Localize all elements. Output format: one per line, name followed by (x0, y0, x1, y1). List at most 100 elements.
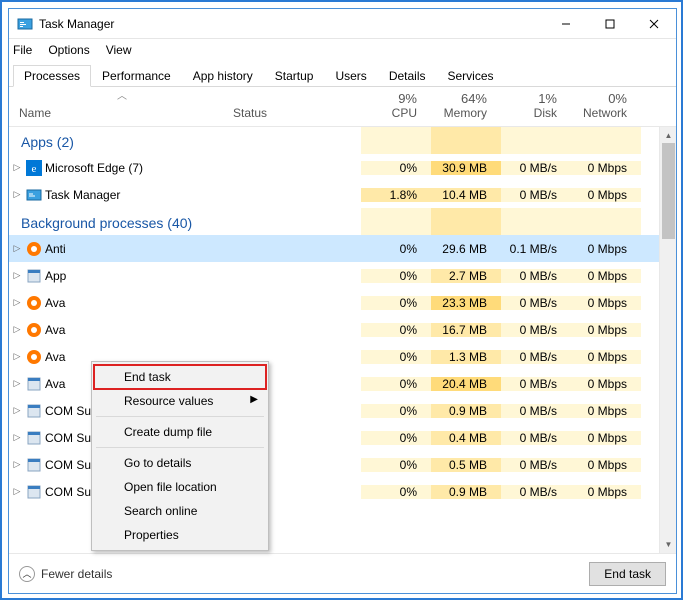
process-row[interactable]: ▷ Task Manager 1.8% 10.4 MB 0 MB/s 0 Mbp… (9, 181, 659, 208)
menu-view[interactable]: View (106, 43, 132, 57)
section-background: Background processes (40) (9, 208, 659, 235)
tab-performance[interactable]: Performance (91, 65, 182, 87)
process-icon (25, 268, 43, 284)
network-cell: 0 Mbps (571, 404, 641, 418)
column-header-disk[interactable]: 1%Disk (501, 91, 571, 120)
disk-cell: 0 MB/s (501, 404, 571, 418)
tab-app-history[interactable]: App history (182, 65, 264, 87)
process-icon (25, 484, 43, 500)
minimize-button[interactable] (544, 9, 588, 39)
cpu-cell: 0% (361, 242, 431, 256)
memory-cell: 10.4 MB (431, 188, 501, 202)
expand-icon[interactable]: ▷ (9, 405, 25, 416)
cpu-cell: 0% (361, 269, 431, 283)
scroll-thumb[interactable] (662, 143, 675, 239)
tab-services[interactable]: Services (437, 65, 505, 87)
tabs: Processes Performance App history Startu… (9, 63, 676, 87)
close-button[interactable] (632, 9, 676, 39)
ctx-go-details[interactable]: Go to details (94, 451, 266, 475)
scroll-up-icon[interactable]: ▲ (660, 127, 676, 144)
fewer-details-button[interactable]: ︿ Fewer details (19, 566, 112, 582)
expand-icon[interactable]: ▷ (9, 351, 25, 362)
expand-icon[interactable]: ▷ (9, 297, 25, 308)
tab-users[interactable]: Users (324, 65, 377, 87)
memory-cell: 29.6 MB (431, 242, 501, 256)
tab-startup[interactable]: Startup (264, 65, 325, 87)
expand-icon[interactable]: ▷ (9, 324, 25, 335)
process-name: Ava (43, 323, 231, 337)
ctx-separator (96, 447, 264, 448)
disk-cell: 0 MB/s (501, 350, 571, 364)
cpu-cell: 0% (361, 377, 431, 391)
disk-cell: 0 MB/s (501, 458, 571, 472)
disk-cell: 0 MB/s (501, 296, 571, 310)
tab-processes[interactable]: Processes (13, 65, 91, 87)
submenu-arrow-icon: ▶ (250, 394, 258, 405)
expand-icon[interactable]: ▷ (9, 432, 25, 443)
network-cell: 0 Mbps (571, 161, 641, 175)
process-row[interactable]: ▷ e Microsoft Edge (7) 0% 30.9 MB 0 MB/s… (9, 154, 659, 181)
memory-cell: 2.7 MB (431, 269, 501, 283)
cpu-cell: 0% (361, 404, 431, 418)
maximize-button[interactable] (588, 9, 632, 39)
process-name: App (43, 269, 231, 283)
disk-cell: 0.1 MB/s (501, 242, 571, 256)
disk-cell: 0 MB/s (501, 485, 571, 499)
memory-cell: 0.5 MB (431, 458, 501, 472)
expand-icon[interactable]: ▷ (9, 459, 25, 470)
window-title: Task Manager (39, 17, 544, 31)
column-header-status[interactable]: Status (233, 106, 361, 120)
expand-icon[interactable]: ▷ (9, 270, 25, 281)
process-icon (25, 430, 43, 446)
memory-cell: 0.4 MB (431, 431, 501, 445)
process-icon (25, 457, 43, 473)
ctx-search-online[interactable]: Search online (94, 499, 266, 523)
memory-cell: 23.3 MB (431, 296, 501, 310)
context-menu: End task Resource values▶ Create dump fi… (91, 361, 269, 551)
disk-cell: 0 MB/s (501, 161, 571, 175)
tab-details[interactable]: Details (378, 65, 437, 87)
section-apps: Apps (2) (9, 127, 659, 154)
expand-icon[interactable]: ▷ (9, 243, 25, 254)
menu-file[interactable]: File (13, 43, 32, 57)
process-icon (25, 295, 43, 311)
disk-cell: 0 MB/s (501, 269, 571, 283)
memory-cell: 1.3 MB (431, 350, 501, 364)
end-task-button[interactable]: End task (589, 562, 666, 586)
expand-icon[interactable]: ▷ (9, 162, 25, 173)
expand-icon[interactable]: ▷ (9, 486, 25, 497)
menu-options[interactable]: Options (48, 43, 89, 57)
column-header-name[interactable]: Name (9, 106, 233, 120)
memory-cell: 16.7 MB (431, 323, 501, 337)
column-header-memory[interactable]: 64%Memory (431, 91, 501, 120)
fewer-details-label: Fewer details (41, 567, 112, 581)
process-row[interactable]: ▷ Ava 0% 16.7 MB 0 MB/s 0 Mbps (9, 316, 659, 343)
ctx-create-dump[interactable]: Create dump file (94, 420, 266, 444)
network-cell: 0 Mbps (571, 269, 641, 283)
process-icon (25, 403, 43, 419)
column-header-network[interactable]: 0%Network (571, 91, 641, 120)
column-header-cpu[interactable]: 9%CPU (361, 91, 431, 120)
process-icon (25, 187, 43, 203)
process-row[interactable]: ▷ App 0% 2.7 MB 0 MB/s 0 Mbps (9, 262, 659, 289)
process-row[interactable]: ▷ Ava 0% 23.3 MB 0 MB/s 0 Mbps (9, 289, 659, 316)
ctx-open-location[interactable]: Open file location (94, 475, 266, 499)
sort-indicator-icon: ︿ (117, 87, 127, 102)
ctx-resource-values[interactable]: Resource values▶ (94, 389, 266, 413)
cpu-cell: 0% (361, 161, 431, 175)
collapse-icon: ︿ (19, 566, 35, 582)
ctx-end-task[interactable]: End task (94, 365, 266, 389)
expand-icon[interactable]: ▷ (9, 189, 25, 200)
scrollbar[interactable]: ▲ ▼ (659, 127, 676, 553)
cpu-cell: 0% (361, 350, 431, 364)
process-icon (25, 241, 43, 257)
ctx-properties[interactable]: Properties (94, 523, 266, 547)
disk-cell: 0 MB/s (501, 188, 571, 202)
process-row[interactable]: ▷ Anti 0% 29.6 MB 0.1 MB/s 0 Mbps (9, 235, 659, 262)
scroll-down-icon[interactable]: ▼ (660, 536, 676, 553)
network-cell: 0 Mbps (571, 296, 641, 310)
menubar: File Options View (9, 39, 676, 61)
expand-icon[interactable]: ▷ (9, 378, 25, 389)
ctx-separator (96, 416, 264, 417)
process-name: Task Manager (43, 188, 231, 202)
